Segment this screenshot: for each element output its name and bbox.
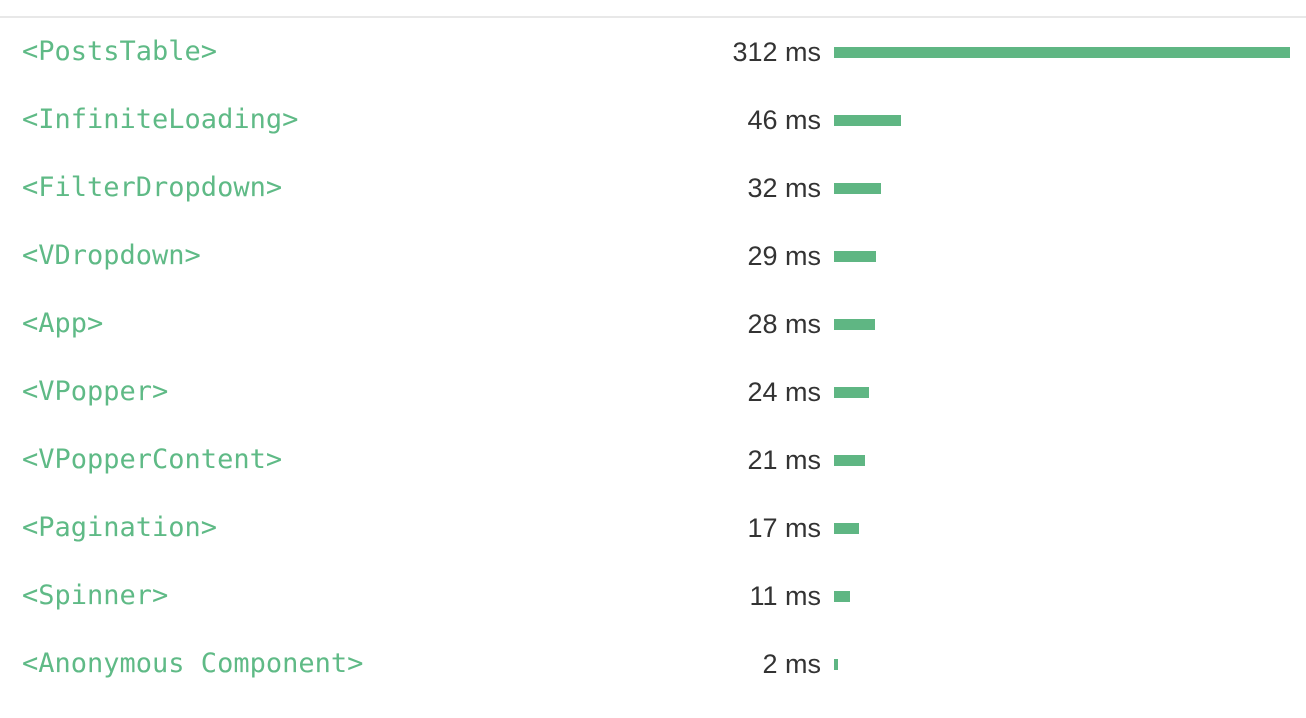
component-name: <VPopperContent> <box>22 444 283 475</box>
component-row[interactable]: <Anonymous Component> 2 ms <box>0 630 1306 698</box>
component-name: <PostsTable> <box>22 36 218 67</box>
component-time: 21 ms <box>747 445 821 475</box>
component-time: 32 ms <box>747 173 821 203</box>
component-timing-list: <PostsTable> 312 ms <InfiniteLoading> 46… <box>0 18 1306 698</box>
component-time-bar <box>834 183 881 194</box>
component-time: 24 ms <box>747 377 821 407</box>
component-row[interactable]: <VPopper> 24 ms <box>0 358 1306 426</box>
component-row[interactable]: <App> 28 ms <box>0 290 1306 358</box>
component-time: 11 ms <box>749 581 821 611</box>
component-name: <FilterDropdown> <box>22 172 283 203</box>
component-row[interactable]: <VPopperContent> 21 ms <box>0 426 1306 494</box>
component-time-bar <box>834 251 876 262</box>
component-name: <App> <box>22 308 104 339</box>
component-time: 312 ms <box>732 37 821 67</box>
component-time: 46 ms <box>747 105 821 135</box>
component-time-bar <box>834 659 838 670</box>
component-time-bar <box>834 387 869 398</box>
component-time-bar <box>834 47 1290 58</box>
component-row[interactable]: <Spinner> 11 ms <box>0 562 1306 630</box>
component-time-bar <box>834 115 901 126</box>
component-name: <Spinner> <box>22 580 169 611</box>
component-row[interactable]: <Pagination> 17 ms <box>0 494 1306 562</box>
component-row[interactable]: <PostsTable> 312 ms <box>0 18 1306 86</box>
component-row[interactable]: <VDropdown> 29 ms <box>0 222 1306 290</box>
component-row[interactable]: <FilterDropdown> 32 ms <box>0 154 1306 222</box>
component-name: <Pagination> <box>22 512 218 543</box>
component-time: 28 ms <box>747 309 821 339</box>
component-name: <InfiniteLoading> <box>22 104 299 135</box>
component-time-bar <box>834 319 875 330</box>
component-name: <Anonymous Component> <box>22 648 364 679</box>
component-row[interactable]: <InfiniteLoading> 46 ms <box>0 86 1306 154</box>
component-time: 29 ms <box>747 241 821 271</box>
component-name: <VPopper> <box>22 376 169 407</box>
component-time: 17 ms <box>747 513 821 543</box>
component-time: 2 ms <box>762 649 821 679</box>
component-time-bar <box>834 523 859 534</box>
component-time-bar <box>834 455 865 466</box>
component-time-bar <box>834 591 850 602</box>
component-name: <VDropdown> <box>22 240 201 271</box>
